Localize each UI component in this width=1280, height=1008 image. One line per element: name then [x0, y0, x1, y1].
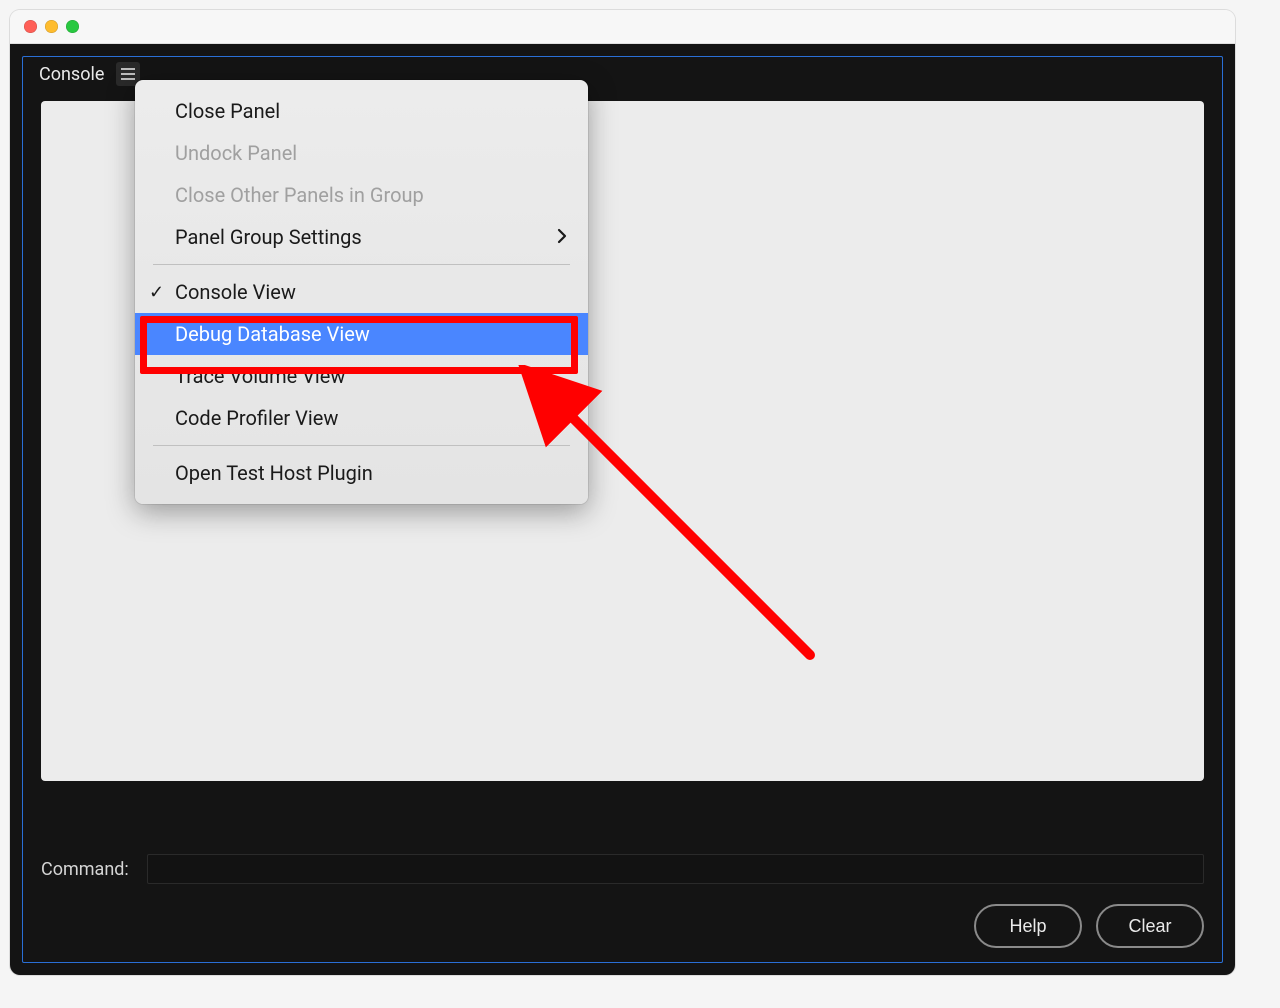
command-row: Command:	[23, 832, 1222, 894]
menu-item-close-panel[interactable]: Close Panel	[135, 90, 588, 132]
maximize-icon[interactable]	[66, 20, 79, 33]
menu-item-debug-database-view[interactable]: Debug Database View	[135, 313, 588, 355]
clear-button[interactable]: Clear	[1096, 904, 1204, 948]
menu-item-label: Code Profiler View	[175, 406, 338, 430]
menu-item-code-profiler-view[interactable]: Code Profiler View	[135, 397, 588, 439]
hamburger-icon	[121, 68, 135, 70]
menu-divider	[153, 264, 570, 265]
menu-divider	[153, 445, 570, 446]
checkmark-icon: ✓	[149, 282, 164, 303]
tab-console[interactable]: Console	[31, 60, 112, 89]
menu-item-label: Close Other Panels in Group	[175, 183, 424, 207]
menu-item-label: Console View	[175, 280, 296, 304]
close-icon[interactable]	[24, 20, 37, 33]
menu-item-label: Panel Group Settings	[175, 225, 362, 249]
command-label: Command:	[41, 859, 129, 880]
panel-dropdown-menu: Close Panel Undock Panel Close Other Pan…	[135, 80, 588, 504]
menu-item-label: Close Panel	[175, 99, 280, 123]
minimize-icon[interactable]	[45, 20, 58, 33]
menu-item-console-view[interactable]: ✓ Console View	[135, 271, 588, 313]
app-window: Console Command: Help Clear Close P	[10, 10, 1235, 975]
menu-item-close-other-panels: Close Other Panels in Group	[135, 174, 588, 216]
menu-item-label: Undock Panel	[175, 141, 297, 165]
menu-item-label: Debug Database View	[175, 322, 370, 346]
menu-item-undock-panel: Undock Panel	[135, 132, 588, 174]
help-button[interactable]: Help	[974, 904, 1082, 948]
button-row: Help Clear	[23, 894, 1222, 962]
chevron-right-icon	[556, 225, 568, 249]
menu-item-label: Open Test Host Plugin	[175, 461, 373, 485]
menu-item-trace-volume-view[interactable]: Trace Volume View	[135, 355, 588, 397]
menu-item-open-test-host-plugin[interactable]: Open Test Host Plugin	[135, 452, 588, 494]
menu-item-panel-group-settings[interactable]: Panel Group Settings	[135, 216, 588, 258]
command-input[interactable]	[147, 854, 1204, 884]
menu-item-label: Trace Volume View	[175, 364, 345, 388]
titlebar	[10, 10, 1235, 44]
